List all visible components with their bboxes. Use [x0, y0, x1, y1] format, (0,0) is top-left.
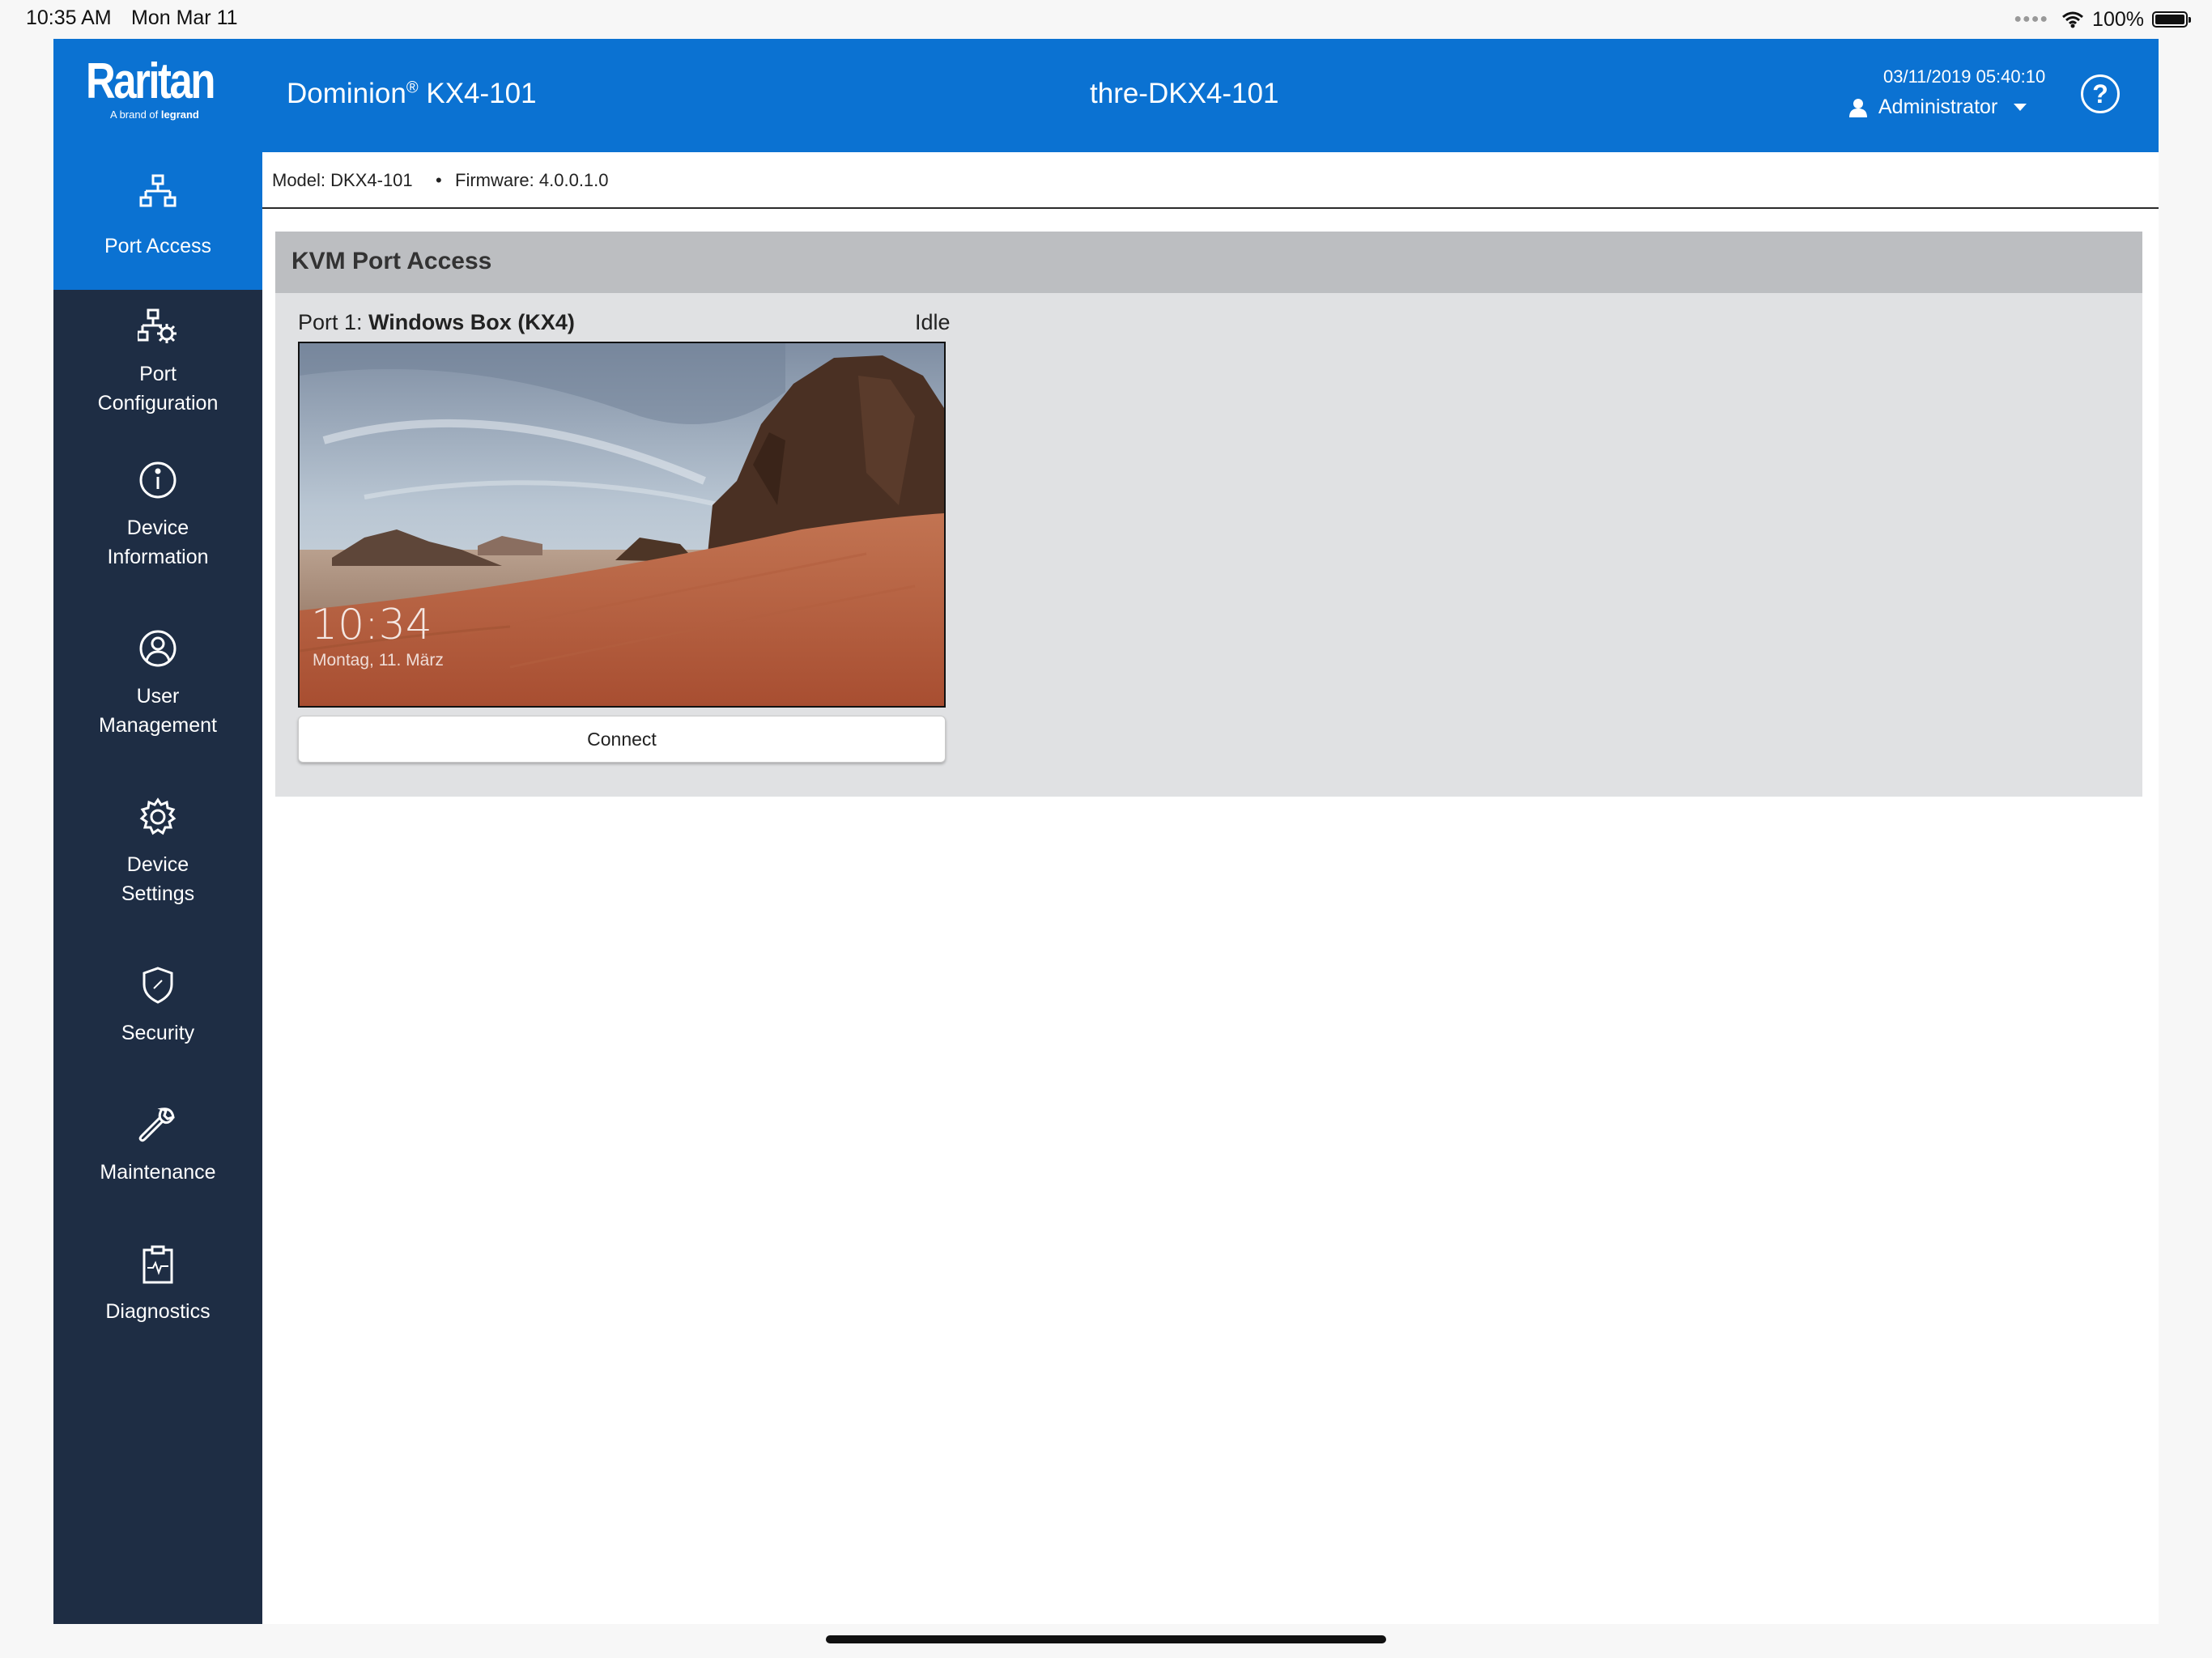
product-title: Dominion® KX4-101	[287, 78, 537, 109]
signal-dots-icon: ●●●●	[2014, 12, 2049, 26]
model-text: Model: DKX4-101	[272, 170, 413, 190]
device-datetime: 03/11/2019 05:40:10	[1883, 66, 2046, 87]
home-indicator[interactable]	[826, 1635, 1386, 1643]
sidebar-item-port-configuration[interactable]: Port Configuration	[53, 290, 262, 427]
port-name: Windows Box (KX4)	[368, 310, 575, 334]
status-date: Mon Mar 11	[131, 6, 238, 29]
user-menu[interactable]: Administrator	[1849, 96, 2027, 119]
kvm-port-access-panel: KVM Port Access Port 1: Windows Box (KX4…	[275, 232, 2142, 797]
sidebar-nav: Port Access Port Configuration Device Info…	[53, 152, 262, 1624]
sidebar-item-label: Security	[121, 1022, 195, 1044]
help-button[interactable]: ?	[2081, 74, 2120, 113]
wifi-icon	[2062, 11, 2084, 28]
brand-wordmark: Raritan	[86, 53, 215, 109]
preview-date: Montag, 11. März	[313, 651, 444, 670]
network-icon	[139, 174, 177, 207]
device-info-bar: Model: DKX4-101 • Firmware: 4.0.0.1.0	[262, 152, 2159, 209]
port-status: Idle	[915, 310, 951, 334]
gear-icon	[139, 797, 177, 835]
user-circle-icon	[139, 630, 177, 667]
connect-button[interactable]: Connect	[298, 716, 946, 763]
separator-dot: •	[436, 170, 442, 190]
network-gear-icon	[138, 308, 177, 343]
user-icon	[1849, 98, 1867, 117]
panel-title: KVM Port Access	[291, 248, 492, 274]
sidebar-item-label: Device Settings	[121, 853, 195, 905]
app-window: Raritan A brand of legrand Dominion® KX4…	[53, 39, 2159, 1624]
sidebar-item-diagnostics[interactable]: Diagnostics	[53, 1244, 262, 1381]
top-header: Raritan A brand of legrand Dominion® KX4…	[53, 39, 2159, 152]
sidebar-item-port-access[interactable]: Port Access	[53, 152, 262, 290]
sidebar-item-label: Device Information	[107, 517, 209, 568]
firmware-text: Firmware: 4.0.0.1.0	[455, 170, 609, 190]
shield-icon	[143, 967, 173, 1004]
wrench-icon	[138, 1107, 175, 1142]
sidebar-item-label: User Management	[99, 685, 217, 737]
sidebar-item-label: Port Configuration	[97, 363, 219, 414]
raritan-logo[interactable]: Raritan A brand of legrand	[86, 57, 248, 121]
battery-percent: 100%	[2092, 7, 2144, 31]
status-time: 10:35 AM	[26, 6, 112, 29]
panel-header	[275, 232, 2142, 293]
preview-clock: 10:34	[311, 601, 432, 649]
sidebar-item-user-management[interactable]: User Management	[53, 628, 262, 766]
sidebar-item-device-settings[interactable]: Device Settings	[53, 797, 262, 934]
sidebar-item-label: Port Access	[104, 235, 211, 257]
clipboard-pulse-icon	[143, 1245, 173, 1284]
status-indicators: ●●●● 100%	[2014, 5, 2191, 34]
sidebar-item-security[interactable]: Security	[53, 965, 262, 1103]
chevron-down-icon	[2014, 104, 2027, 111]
port-preview-thumbnail[interactable]: 10:34 Montag, 11. März	[298, 342, 946, 708]
device-hostname: thre-DKX4-101	[1090, 78, 1279, 109]
brand-tagline: A brand of legrand	[110, 108, 199, 121]
user-name: Administrator	[1878, 96, 1998, 118]
sidebar-item-label: Diagnostics	[105, 1300, 211, 1323]
sidebar-item-maintenance[interactable]: Maintenance	[53, 1104, 262, 1242]
info-icon	[139, 461, 177, 499]
ios-status-bar: 10:35 AM Mon Mar 11 ●●●● 100%	[0, 0, 2212, 39]
battery-icon	[2152, 11, 2191, 28]
sidebar-item-device-information[interactable]: Device Information	[53, 460, 262, 597]
sidebar-item-label: Maintenance	[100, 1161, 216, 1184]
port-title: Port 1: Windows Box (KX4)	[298, 310, 575, 334]
